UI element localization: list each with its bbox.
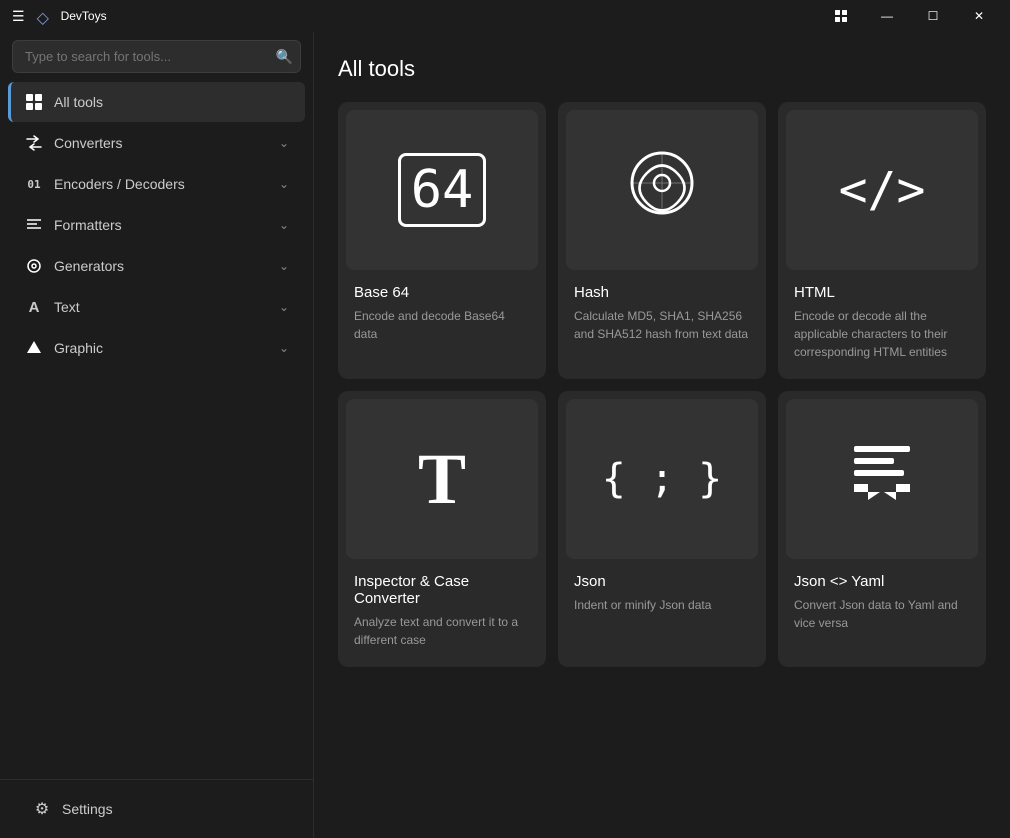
titlebar-controls: — ☐ ✕: [818, 0, 1002, 32]
encoders-chevron-icon: ⌄: [279, 177, 289, 191]
generators-icon: [24, 256, 44, 276]
tool-card-body-hash: Hash Calculate MD5, SHA1, SHA256 and SHA…: [558, 270, 766, 361]
tool-card-title-json: Json: [574, 573, 750, 590]
generators-chevron-icon: ⌄: [279, 259, 289, 273]
search-input[interactable]: [12, 40, 301, 73]
sidebar-footer: ⚙ Settings: [0, 779, 313, 838]
tool-card-body-base64: Base 64 Encode and decode Base64 data: [338, 270, 546, 361]
converters-chevron-icon: ⌄: [279, 136, 289, 150]
tool-card-title-json-yaml: Json <> Yaml: [794, 573, 970, 590]
sidebar-item-label-settings: Settings: [62, 801, 281, 817]
tool-card-icon-json: { ; }: [566, 399, 758, 559]
tool-card-desc-json-yaml: Convert Json data to Yaml and vice versa: [794, 596, 970, 632]
sidebar-item-settings[interactable]: ⚙ Settings: [16, 789, 297, 829]
sidebar-nav: All tools Converters ⌄ 01 Encoders / Dec…: [0, 81, 313, 779]
tool-card-icon-inspector: T: [346, 399, 538, 559]
encoders-icon: 01: [24, 174, 44, 194]
search-icon: 🔍: [276, 48, 293, 65]
tool-card-hash[interactable]: Hash Calculate MD5, SHA1, SHA256 and SHA…: [558, 102, 766, 379]
sidebar-item-label-encoders: Encoders / Decoders: [54, 176, 269, 192]
close-button[interactable]: ✕: [956, 0, 1002, 32]
tool-card-desc-inspector: Analyze text and convert it to a differe…: [354, 613, 530, 649]
tool-card-title-hash: Hash: [574, 284, 750, 301]
formatters-icon: [24, 215, 44, 235]
inspector-icon: T: [418, 438, 466, 521]
html-icon: </>: [839, 162, 926, 218]
tool-card-icon-hash: [566, 110, 758, 270]
sidebar-item-label-formatters: Formatters: [54, 217, 269, 233]
tool-card-title-html: HTML: [794, 284, 970, 301]
tool-card-icon-html: </>: [786, 110, 978, 270]
tool-card-body-inspector: Inspector & Case Converter Analyze text …: [338, 559, 546, 667]
sidebar-item-label-graphic: Graphic: [54, 340, 269, 356]
tool-card-desc-hash: Calculate MD5, SHA1, SHA256 and SHA512 h…: [574, 307, 750, 343]
tool-card-desc-json: Indent or minify Json data: [574, 596, 750, 614]
tool-card-title-inspector: Inspector & Case Converter: [354, 573, 530, 607]
titlebar-left: ☰ ◇ DevToys: [8, 4, 107, 29]
tool-card-icon-json-yaml: [786, 399, 978, 559]
text-chevron-icon: ⌄: [279, 300, 289, 314]
tool-card-desc-base64: Encode and decode Base64 data: [354, 307, 530, 343]
hamburger-button[interactable]: ☰: [8, 4, 29, 29]
converters-icon: [24, 133, 44, 153]
sidebar-item-label-all-tools: All tools: [54, 94, 289, 110]
search-bar: 🔍: [12, 40, 301, 73]
sidebar: 🔍 All tools Converters ⌄ 01 Encoders / D…: [0, 32, 314, 838]
sidebar-item-label-generators: Generators: [54, 258, 269, 274]
graphic-chevron-icon: ⌄: [279, 341, 289, 355]
formatters-chevron-icon: ⌄: [279, 218, 289, 232]
page-title: All tools: [338, 56, 986, 82]
sidebar-item-converters[interactable]: Converters ⌄: [8, 123, 305, 163]
settings-icon: ⚙: [32, 799, 52, 819]
all-tools-icon: [24, 92, 44, 112]
sidebar-item-formatters[interactable]: Formatters ⌄: [8, 205, 305, 245]
tool-card-inspector[interactable]: T Inspector & Case Converter Analyze tex…: [338, 391, 546, 667]
sidebar-item-graphic[interactable]: Graphic ⌄: [8, 328, 305, 368]
app-body: 🔍 All tools Converters ⌄ 01 Encoders / D…: [0, 32, 1010, 838]
sidebar-item-generators[interactable]: Generators ⌄: [8, 246, 305, 286]
sidebar-item-label-converters: Converters: [54, 135, 269, 151]
titlebar: ☰ ◇ DevToys — ☐ ✕: [0, 0, 1010, 32]
main-content: All tools 64 Base 64 Encode and decode B…: [314, 32, 1010, 838]
graphic-icon: [24, 338, 44, 358]
tool-card-json-yaml[interactable]: Json <> Yaml Convert Json data to Yaml a…: [778, 391, 986, 667]
app-icon: ◇: [37, 8, 53, 24]
sidebar-item-encoders-decoders[interactable]: 01 Encoders / Decoders ⌄: [8, 164, 305, 204]
tool-card-html[interactable]: </> HTML Encode or decode all the applic…: [778, 102, 986, 379]
sidebar-item-text[interactable]: A Text ⌄: [8, 287, 305, 327]
tool-card-json[interactable]: { ; } Json Indent or minify Json data: [558, 391, 766, 667]
base64-icon: 64: [398, 153, 487, 227]
hash-icon: [627, 148, 697, 233]
minimize-button[interactable]: —: [864, 0, 910, 32]
tool-card-title-base64: Base 64: [354, 284, 530, 301]
json-icon: { ; }: [602, 456, 722, 502]
json-yaml-icon: [846, 436, 918, 523]
maximize-button[interactable]: ☐: [910, 0, 956, 32]
tool-card-base64[interactable]: 64 Base 64 Encode and decode Base64 data: [338, 102, 546, 379]
app-title: DevToys: [61, 9, 107, 23]
tool-card-icon-base64: 64: [346, 110, 538, 270]
snapshot-button[interactable]: [818, 0, 864, 32]
tool-card-body-json-yaml: Json <> Yaml Convert Json data to Yaml a…: [778, 559, 986, 650]
sidebar-item-all-tools[interactable]: All tools: [8, 82, 305, 122]
tool-card-body-html: HTML Encode or decode all the applicable…: [778, 270, 986, 379]
sidebar-item-label-text: Text: [54, 299, 269, 315]
tool-card-desc-html: Encode or decode all the applicable char…: [794, 307, 970, 361]
tool-card-body-json: Json Indent or minify Json data: [558, 559, 766, 632]
text-icon: A: [24, 297, 44, 317]
tools-grid: 64 Base 64 Encode and decode Base64 data: [338, 102, 986, 667]
